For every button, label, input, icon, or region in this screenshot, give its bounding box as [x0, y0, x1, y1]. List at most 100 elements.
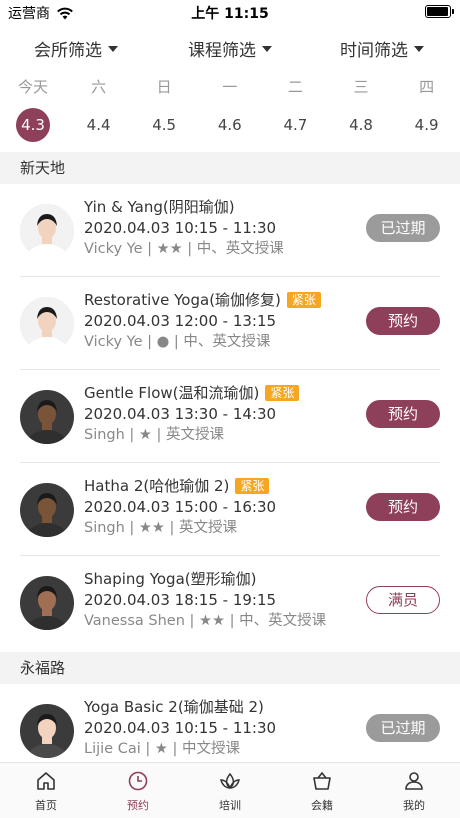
tab-bar: 首页 预约 培训 会籍 我的 — [0, 762, 460, 818]
weekday-label: 四 — [419, 78, 435, 96]
date-label: 4.5 — [152, 116, 177, 134]
instructor-avatar — [20, 297, 74, 351]
home-icon — [37, 772, 55, 790]
class-time: 2020.04.03 12:00 - 13:15 — [84, 312, 277, 330]
day-4.6[interactable]: 一 4.6 — [202, 76, 258, 142]
class-row[interactable]: Yin & Yang(阴阳瑜伽) 2020.04.03 10:15 - 11:30… — [0, 184, 460, 277]
class-meta: Vicky Ye | ● | 中、英文授课 — [84, 334, 271, 350]
club-filter-label: 会所筛选 — [34, 41, 102, 61]
class-row[interactable]: Hatha 2(哈他瑜伽 2) 紧张 2020.04.03 15:00 - 16:3… — [0, 463, 460, 556]
tab-lotus[interactable]: 培训 — [184, 769, 276, 813]
status-time: 上午 11:15 — [191, 6, 269, 22]
person-icon — [405, 772, 423, 790]
class-time: 2020.04.03 18:15 - 19:15 — [84, 591, 277, 609]
class-meta: Lijie Cai | ★ | 中文授课 — [84, 741, 240, 757]
book-button[interactable]: 预约 — [366, 400, 440, 428]
book-button[interactable]: 预约 — [366, 307, 440, 335]
class-time: 2020.04.03 13:30 - 14:30 — [84, 405, 277, 423]
class-info: Hatha 2(哈他瑜伽 2) 紧张 2020.04.03 15:00 - 16:3… — [84, 475, 360, 539]
tab-label: 培训 — [219, 799, 241, 812]
date-label: 4.6 — [217, 116, 242, 134]
status-badge: 紧张 — [235, 478, 270, 494]
basket-icon — [313, 771, 331, 790]
weekday-label: 六 — [91, 78, 107, 96]
day-4.3[interactable]: 今天 4.3 — [5, 76, 61, 142]
date-label: 4.4 — [86, 116, 111, 134]
class-info: Gentle Flow(温和流瑜伽) 紧张 2020.04.03 13:30 - 1… — [84, 382, 360, 446]
instructor-avatar — [20, 390, 74, 444]
class-info: Yoga Basic 2(瑜伽基础 2) 2020.04.03 10:15 - 1… — [84, 696, 360, 760]
day-4.5[interactable]: 日 4.5 — [136, 76, 192, 142]
tab-home[interactable]: 首页 — [0, 769, 92, 813]
instructor-avatar — [20, 204, 74, 258]
tab-label: 首页 — [35, 799, 57, 812]
tab-person[interactable]: 我的 — [368, 769, 460, 813]
class-name: Hatha 2(哈他瑜伽 2) — [84, 477, 230, 495]
class-meta: Singh | ★ | 英文授课 — [84, 427, 225, 443]
weekday-label: 三 — [353, 78, 369, 96]
class-info: Yin & Yang(阴阳瑜伽) 2020.04.03 10:15 - 11:30… — [84, 196, 360, 260]
status-bar: 运营商 上午 11:15 — [0, 0, 460, 26]
class-time: 2020.04.03 15:00 - 16:30 — [84, 498, 277, 516]
class-title: Gentle Flow(温和流瑜伽) 紧张 — [84, 382, 360, 404]
instructor-avatar — [20, 576, 74, 630]
class-time: 2020.04.03 10:15 - 11:30 — [84, 219, 277, 237]
class-meta: Vanessa Shen | ★★ | 中、英文授课 — [84, 613, 327, 629]
weekday-label: 一 — [222, 78, 238, 96]
class-name: Restorative Yoga(瑜伽修复) — [84, 291, 281, 309]
class-meta: Vicky Ye | ★★ | 中、英文授课 — [84, 241, 284, 257]
filter-bar: 会所筛选 课程筛选 时间筛选 — [0, 36, 460, 64]
section-header: 新天地 — [0, 152, 460, 184]
weekday-label: 日 — [156, 78, 172, 96]
dropdown-arrow-icon — [108, 45, 118, 52]
class-time: 2020.04.03 10:15 - 11:30 — [84, 719, 277, 737]
club-filter[interactable]: 会所筛选 — [34, 36, 118, 61]
status-badge: 紧张 — [265, 385, 300, 401]
class-name: Gentle Flow(温和流瑜伽) — [84, 384, 260, 402]
class-info: Shaping Yoga(塑形瑜伽) 2020.04.03 18:15 - 19:… — [84, 568, 360, 632]
course-filter[interactable]: 课程筛选 — [188, 36, 272, 61]
time-filter-label: 时间筛选 — [340, 41, 408, 61]
class-meta: Singh | ★★ | 英文授课 — [84, 520, 238, 536]
clock-icon — [128, 771, 148, 791]
class-row[interactable]: Gentle Flow(温和流瑜伽) 紧张 2020.04.03 13:30 - 1… — [0, 370, 460, 463]
class-name: Yin & Yang(阴阳瑜伽) — [84, 198, 235, 216]
date-label: 4.7 — [283, 116, 308, 134]
full-button[interactable]: 满员 — [366, 586, 440, 614]
date-label: 4.9 — [414, 116, 439, 134]
tab-label: 我的 — [403, 799, 425, 812]
tab-clock[interactable]: 预约 — [92, 769, 184, 813]
time-filter[interactable]: 时间筛选 — [340, 36, 424, 61]
lotus-icon — [220, 772, 240, 789]
status-badge: 紧张 — [286, 292, 321, 308]
class-info: Restorative Yoga(瑜伽修复) 紧张 2020.04.03 12:00… — [84, 289, 360, 353]
class-row[interactable]: Shaping Yoga(塑形瑜伽) 2020.04.03 18:15 - 19:… — [0, 556, 460, 649]
battery-icon — [425, 5, 454, 18]
dropdown-arrow-icon — [262, 45, 272, 52]
course-filter-label: 课程筛选 — [188, 41, 256, 61]
day-4.8[interactable]: 三 4.8 — [333, 76, 389, 142]
section-header: 永福路 — [0, 652, 460, 684]
class-title: Restorative Yoga(瑜伽修复) 紧张 — [84, 289, 360, 311]
class-title: Shaping Yoga(塑形瑜伽) — [84, 568, 360, 590]
tab-label: 预约 — [127, 799, 149, 812]
dropdown-arrow-icon — [414, 45, 424, 52]
expired-button[interactable]: 已过期 — [366, 714, 440, 742]
day-4.9[interactable]: 四 4.9 — [399, 76, 455, 142]
book-button[interactable]: 预约 — [366, 493, 440, 521]
instructor-avatar — [20, 483, 74, 537]
class-title: Yin & Yang(阴阳瑜伽) — [84, 196, 360, 218]
instructor-avatar — [20, 704, 74, 758]
class-row[interactable]: Restorative Yoga(瑜伽修复) 紧张 2020.04.03 12:00… — [0, 277, 460, 370]
expired-button[interactable]: 已过期 — [366, 214, 440, 242]
class-name: Yoga Basic 2(瑜伽基础 2) — [84, 698, 264, 716]
weekday-label: 今天 — [17, 78, 48, 96]
class-title: Hatha 2(哈他瑜伽 2) 紧张 — [84, 475, 360, 497]
tab-basket[interactable]: 会籍 — [276, 769, 368, 813]
class-name: Shaping Yoga(塑形瑜伽) — [84, 570, 257, 588]
date-label: 4.3 — [16, 108, 50, 142]
date-label: 4.8 — [349, 116, 373, 134]
class-title: Yoga Basic 2(瑜伽基础 2) — [84, 696, 360, 718]
day-4.7[interactable]: 二 4.7 — [267, 76, 323, 142]
day-4.4[interactable]: 六 4.4 — [71, 76, 127, 142]
